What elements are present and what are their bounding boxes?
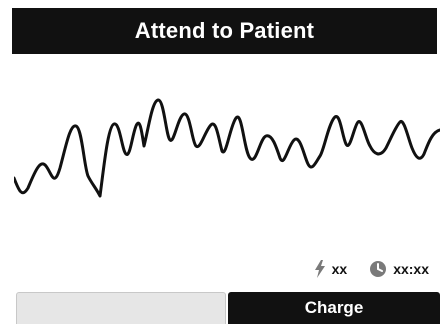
shock-count-text: xx (331, 261, 348, 277)
clock-icon (369, 260, 387, 278)
elapsed-time-text: xx:xx (393, 261, 429, 277)
shock-count-indicator: xx (314, 260, 348, 278)
status-row: xx xx:xx (314, 258, 429, 280)
title-bar: Attend to Patient (12, 8, 437, 54)
page-title: Attend to Patient (134, 18, 315, 43)
device-screen: Attend to Patient xx xx:xx Charge (0, 0, 443, 324)
lightning-bolt-icon (314, 260, 326, 278)
left-softkey[interactable] (16, 292, 226, 324)
charge-button-label: Charge (304, 298, 364, 317)
ecg-waveform (14, 98, 440, 198)
charge-button[interactable]: Charge (228, 292, 440, 324)
ecg-trace (14, 98, 440, 198)
elapsed-time-indicator: xx:xx (369, 260, 429, 278)
